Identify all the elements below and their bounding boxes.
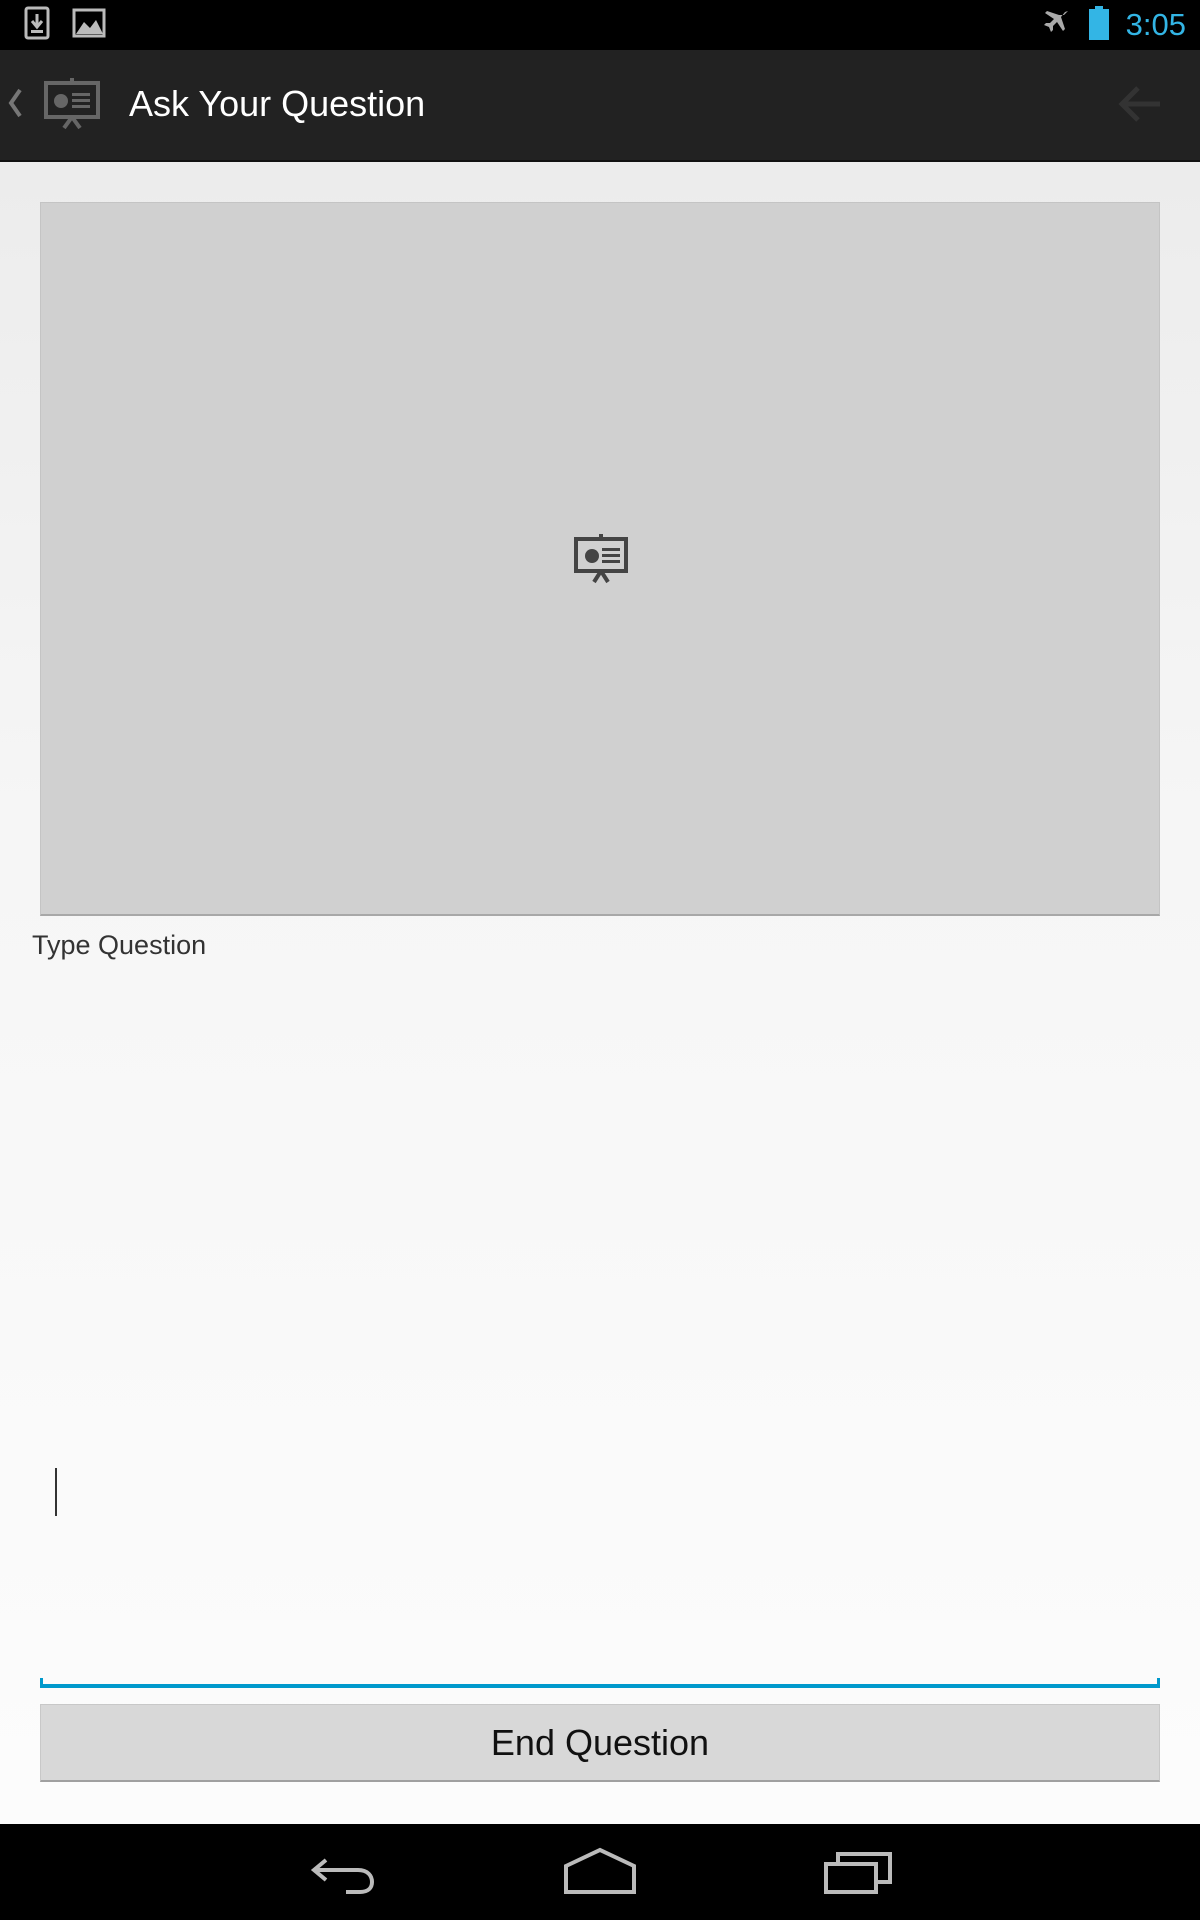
up-caret-icon[interactable]: [6, 86, 24, 125]
recent-apps-icon[interactable]: [822, 1846, 894, 1903]
status-bar: 3:05: [0, 0, 1200, 50]
clock: 3:05: [1125, 7, 1186, 42]
presentation-icon: [573, 533, 629, 590]
battery-icon: [1088, 5, 1110, 45]
home-icon[interactable]: [562, 1846, 638, 1903]
action-bar: Ask Your Question: [0, 50, 1200, 162]
slide-preview[interactable]: [40, 202, 1160, 916]
end-question-button[interactable]: End Question: [40, 1704, 1160, 1782]
navigation-bar: [0, 1824, 1200, 1920]
back-arrow-icon[interactable]: [1116, 82, 1164, 131]
input-underline: [40, 1678, 1160, 1688]
text-cursor: [55, 1468, 57, 1516]
question-input[interactable]: [40, 962, 1160, 1688]
back-icon[interactable]: [306, 1846, 378, 1903]
download-notification-icon: [24, 6, 50, 45]
presentation-app-icon[interactable]: [44, 78, 102, 135]
image-notification-icon: [72, 8, 106, 43]
main-content: Type Question End Question: [0, 162, 1200, 1824]
question-label: Type Question: [32, 930, 207, 960]
airplane-mode-icon: [1042, 8, 1072, 43]
page-title: Ask Your Question: [129, 83, 426, 124]
